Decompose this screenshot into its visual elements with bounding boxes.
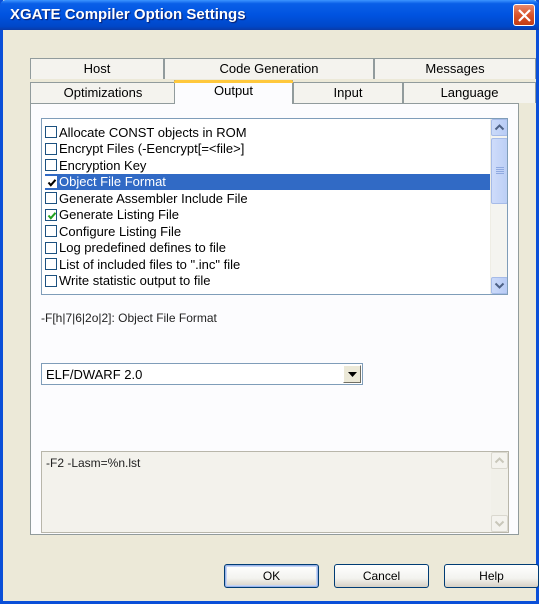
option-checkbox[interactable] — [45, 142, 57, 155]
output-tab-panel: Allocate CONST objects in ROM Encrypt Fil… — [30, 103, 519, 535]
tab-optimizations[interactable]: Optimizations — [30, 82, 176, 103]
option-label: Encrypt Files (-Eencrypt[=<file>] — [59, 141, 245, 156]
checkmark-icon — [47, 178, 57, 187]
chevron-up-icon — [494, 457, 505, 464]
option-item[interactable]: Generate Listing File — [45, 207, 490, 223]
option-item[interactable]: Allocate CONST objects in ROM — [45, 124, 490, 140]
title-bar[interactable]: XGATE Compiler Option Settings — [0, 0, 539, 30]
dropdown-arrow-icon — [348, 372, 357, 377]
command-line-text: -F2 -Lasm=%n.lst — [46, 456, 141, 470]
option-label: Configure Listing File — [59, 223, 182, 239]
tab-input[interactable]: Input — [293, 82, 403, 103]
help-button[interactable]: Help — [444, 564, 539, 588]
option-description: -F[h|7|6|2o|2]: Object File Format — [41, 311, 217, 325]
option-checkbox[interactable] — [45, 208, 57, 221]
cancel-button[interactable]: Cancel — [334, 564, 429, 588]
option-checkbox[interactable] — [45, 225, 57, 237]
scroll-thumb[interactable] — [491, 138, 507, 204]
memo-scrollbar — [491, 452, 508, 532]
tab-messages[interactable]: Messages — [374, 58, 536, 79]
option-label: Allocate CONST objects in ROM — [59, 124, 247, 140]
chevron-down-icon — [494, 282, 505, 289]
object-file-format-select[interactable]: ELF/DWARF 2.0 — [41, 363, 363, 385]
scroll-up-button[interactable] — [491, 119, 507, 136]
option-item[interactable]: Encryption Key — [45, 157, 490, 173]
option-item[interactable]: Object File Format — [45, 173, 490, 190]
option-label: Object File Format — [59, 174, 166, 189]
command-line-textbox: -F2 -Lasm=%n.lst — [41, 451, 509, 533]
tab-language[interactable]: Language — [403, 82, 536, 103]
option-item[interactable]: Encrypt Files (-Eencrypt[=<file>] — [45, 141, 490, 157]
ok-button[interactable]: OK — [224, 564, 319, 588]
select-dropdown-button[interactable] — [343, 365, 361, 383]
tab-host[interactable]: Host — [30, 58, 164, 79]
checkmark-icon — [47, 211, 57, 220]
option-item[interactable]: Log predefined defines to file — [45, 240, 490, 256]
option-checkbox[interactable] — [45, 258, 57, 270]
option-checkbox[interactable] — [45, 126, 57, 138]
memo-scroll-down-button — [491, 515, 508, 532]
option-label: Generate Listing File — [59, 207, 179, 222]
option-item[interactable]: Generate Assembler Include File — [45, 190, 490, 206]
scroll-down-button[interactable] — [491, 277, 507, 294]
option-item[interactable]: Write statistic output to file — [45, 273, 490, 289]
close-icon — [518, 9, 531, 22]
option-checkbox[interactable] — [45, 241, 57, 254]
select-value: ELF/DWARF 2.0 — [46, 367, 143, 382]
option-label: Generate Assembler Include File — [59, 190, 248, 206]
tab-code-generation[interactable]: Code Generation — [164, 58, 374, 79]
list-scrollbar[interactable] — [490, 119, 507, 294]
option-checkbox[interactable] — [45, 175, 57, 188]
option-label: Write statistic output to file — [59, 273, 211, 288]
option-label: Log predefined defines to file — [59, 240, 226, 255]
option-checkbox[interactable] — [45, 159, 57, 171]
close-button[interactable] — [513, 4, 535, 26]
option-label: List of included files to ".inc" file — [59, 256, 241, 272]
output-options-list[interactable]: Allocate CONST objects in ROM Encrypt Fil… — [41, 118, 508, 295]
options-dialog: XGATE Compiler Option Settings Host Code… — [0, 0, 539, 604]
chevron-down-icon — [494, 520, 505, 527]
option-label: Encryption Key — [59, 157, 147, 173]
option-checkbox[interactable] — [45, 274, 57, 287]
memo-scroll-up-button — [491, 452, 508, 469]
option-item[interactable]: Configure Listing File — [45, 223, 490, 239]
option-item[interactable]: List of included files to ".inc" file — [45, 256, 490, 272]
chevron-up-icon — [494, 124, 505, 131]
option-checkbox[interactable] — [45, 192, 57, 204]
window-title: XGATE Compiler Option Settings — [10, 6, 246, 23]
tab-output[interactable]: Output — [174, 80, 293, 104]
